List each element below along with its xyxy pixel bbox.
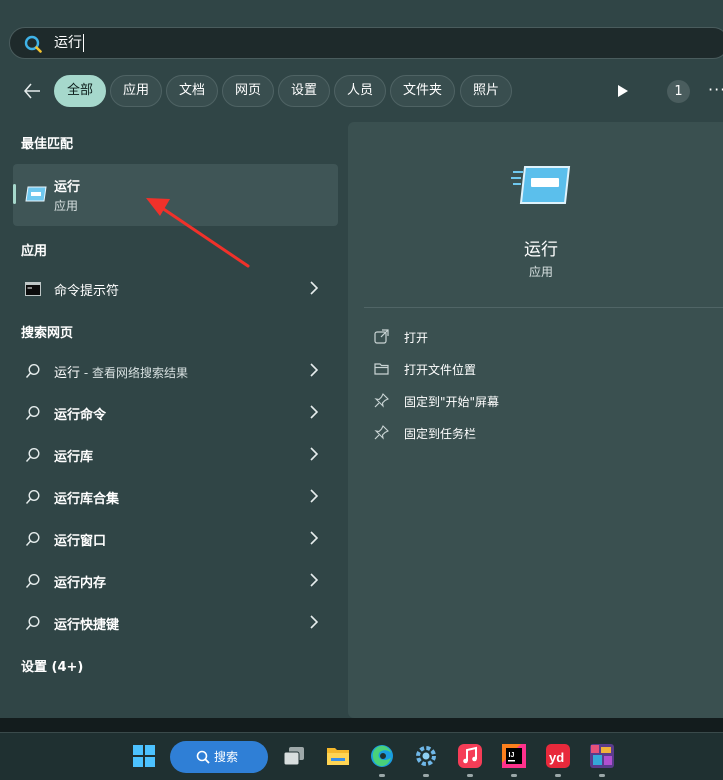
action-open[interactable]: 打开 xyxy=(374,326,704,348)
chevron-right-icon[interactable] xyxy=(310,363,318,377)
back-arrow-icon[interactable] xyxy=(22,81,42,101)
file-explorer-icon[interactable] xyxy=(325,743,351,769)
run-app-icon xyxy=(25,186,47,202)
search-icon xyxy=(196,750,210,764)
youdao-icon[interactable]: yd xyxy=(545,743,571,769)
play-icon[interactable] xyxy=(617,84,629,98)
chevron-right-icon[interactable] xyxy=(310,447,318,461)
search-icon xyxy=(25,405,40,420)
tab-settings[interactable]: 设置 xyxy=(278,75,331,107)
rewards-badge[interactable]: 1 xyxy=(667,80,690,103)
web-result-label: 运行快捷键 xyxy=(54,618,120,633)
task-view-icon[interactable] xyxy=(281,743,307,769)
search-icon xyxy=(25,489,40,504)
web-search-header: 搜索网页 xyxy=(21,326,74,341)
annotation-arrow xyxy=(146,198,250,268)
tab-photos[interactable]: 照片 xyxy=(460,75,513,107)
settings-app-icon[interactable] xyxy=(413,743,439,769)
pin-icon xyxy=(374,393,389,408)
web-result-label: 运行窗口 xyxy=(54,534,107,549)
intellij-icon[interactable]: IJ xyxy=(501,743,527,769)
running-indicator xyxy=(511,774,517,777)
search-icon xyxy=(25,573,40,588)
app-result-label: 命令提示符 xyxy=(54,284,120,299)
running-indicator xyxy=(423,774,429,777)
tab-people[interactable]: 人员 xyxy=(334,75,387,107)
web-result[interactable]: 运行窗口 xyxy=(13,520,338,558)
start-icon[interactable] xyxy=(131,743,157,769)
web-result-label: 运行命令 xyxy=(54,408,107,423)
running-indicator xyxy=(379,774,385,777)
web-result[interactable]: 运行内存 xyxy=(13,562,338,600)
chevron-right-icon[interactable] xyxy=(310,281,318,295)
web-result[interactable]: 运行库合集 xyxy=(13,478,338,516)
taskbar: 搜索 IJ yd xyxy=(0,732,723,780)
run-app-large-icon xyxy=(511,166,571,204)
photo-app-icon[interactable] xyxy=(589,743,615,769)
details-subtitle: 应用 xyxy=(528,265,553,279)
search-window: 运行 全部 应用 文档 网页 设置 人员 文件夹 照片 1 ··· 最佳匹配 运… xyxy=(0,0,723,718)
search-input[interactable]: 运行 xyxy=(54,34,84,52)
apps-header: 应用 xyxy=(21,244,48,259)
settings-header[interactable]: 设置 (4+) xyxy=(21,656,83,675)
action-label: 固定到"开始"屏幕 xyxy=(404,395,500,409)
web-result-label: 运行内存 xyxy=(54,576,107,591)
details-title: 运行 xyxy=(524,240,558,260)
action-open-file-location[interactable]: 打开文件位置 xyxy=(374,358,704,380)
search-icon xyxy=(25,531,40,546)
tab-documents[interactable]: 文档 xyxy=(166,75,219,107)
best-match-header: 最佳匹配 xyxy=(21,137,74,152)
web-result[interactable]: 运行快捷键 xyxy=(13,604,338,642)
web-result[interactable]: 运行库 xyxy=(13,436,338,474)
details-pane: 运行 应用 打开 打开文件位置 固定到"开始"屏幕 固定到任务栏 xyxy=(348,122,723,718)
web-result-label: 运行库 xyxy=(54,450,94,465)
action-label: 打开文件位置 xyxy=(404,363,477,377)
app-result-cmd[interactable]: 命令提示符 xyxy=(13,270,338,308)
tab-all[interactable]: 全部 xyxy=(54,75,107,107)
web-result-label: 运行 xyxy=(54,366,81,381)
chevron-right-icon[interactable] xyxy=(310,405,318,419)
tab-apps[interactable]: 应用 xyxy=(110,75,163,107)
running-indicator xyxy=(467,774,473,777)
action-label: 固定到任务栏 xyxy=(404,427,477,441)
search-icon xyxy=(25,615,40,630)
action-label: 打开 xyxy=(404,331,429,345)
running-indicator xyxy=(599,774,605,777)
divider xyxy=(364,307,723,308)
web-result[interactable]: 运行 - 查看网络搜索结果 xyxy=(13,352,338,390)
search-icon xyxy=(25,447,40,462)
search-icon xyxy=(24,35,42,53)
command-prompt-icon xyxy=(25,282,41,296)
svg-text:yd: yd xyxy=(549,750,564,765)
edge-icon[interactable] xyxy=(369,743,395,769)
chevron-right-icon[interactable] xyxy=(310,531,318,545)
window-gap xyxy=(0,718,723,732)
more-options-icon[interactable]: ··· xyxy=(708,80,723,99)
web-result-label: 运行库合集 xyxy=(54,492,120,507)
svg-text:IJ: IJ xyxy=(509,752,515,759)
selection-indicator xyxy=(13,184,16,204)
tab-folders[interactable]: 文件夹 xyxy=(390,75,456,107)
chevron-right-icon[interactable] xyxy=(310,615,318,629)
web-result[interactable]: 运行命令 xyxy=(13,394,338,432)
search-icon xyxy=(25,363,40,378)
action-pin-to-taskbar[interactable]: 固定到任务栏 xyxy=(374,422,704,444)
chevron-right-icon[interactable] xyxy=(310,489,318,503)
web-result-suffix: - 查看网络搜索结果 xyxy=(80,366,188,380)
filter-bar: 全部 应用 文档 网页 设置 人员 文件夹 照片 1 ··· xyxy=(0,75,723,107)
open-external-icon xyxy=(374,329,389,344)
best-match-subtitle: 应用 xyxy=(54,199,79,213)
tab-web[interactable]: 网页 xyxy=(222,75,275,107)
search-button[interactable]: 搜索 xyxy=(170,741,268,773)
folder-icon xyxy=(374,363,389,375)
chevron-right-icon[interactable] xyxy=(310,573,318,587)
music-icon[interactable] xyxy=(457,743,483,769)
action-pin-to-start[interactable]: 固定到"开始"屏幕 xyxy=(374,390,704,412)
running-indicator xyxy=(555,774,561,777)
pin-icon xyxy=(374,425,389,440)
search-button-label: 搜索 xyxy=(214,750,239,764)
search-box[interactable]: 运行 xyxy=(9,27,723,59)
best-match-title: 运行 xyxy=(54,180,81,195)
